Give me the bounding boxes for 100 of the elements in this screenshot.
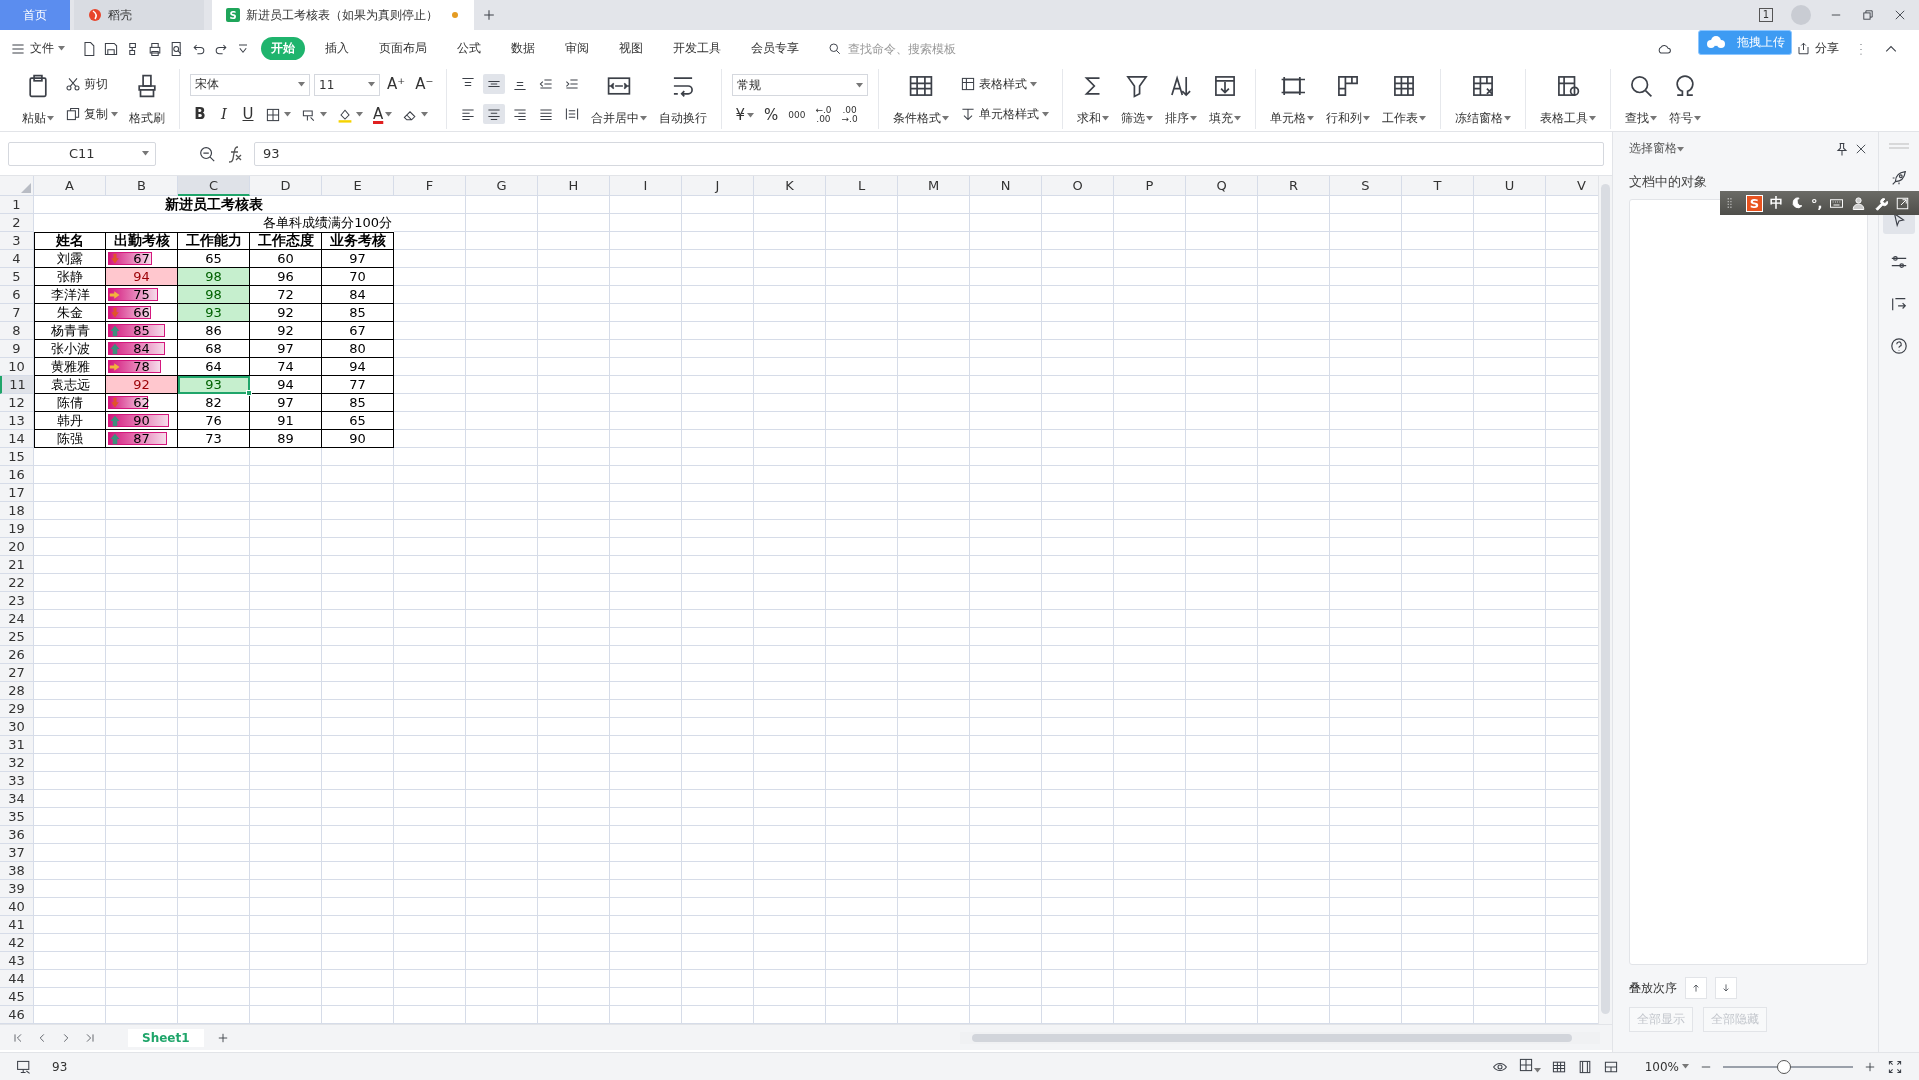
column-header[interactable]: I <box>610 176 682 196</box>
row-header[interactable]: 40 <box>0 898 34 916</box>
row-header[interactable]: 21 <box>0 556 34 574</box>
row-header[interactable]: 12 <box>0 394 34 412</box>
document-tab[interactable]: 稻壳 <box>74 0 204 30</box>
font-name-dropdown[interactable]: 宋体 <box>190 73 310 96</box>
cellstyle-button[interactable]: 单元格样式 <box>957 103 1053 125</box>
row-header[interactable]: 5 <box>0 268 34 286</box>
number-format-dropdown[interactable]: 常规 <box>732 74 869 96</box>
row-header[interactable]: 13 <box>0 412 34 430</box>
row-header[interactable]: 7 <box>0 304 34 322</box>
merge-button[interactable]: 合并居中 <box>587 69 652 129</box>
column-header[interactable]: U <box>1474 176 1546 196</box>
column-header[interactable]: C <box>178 176 250 196</box>
ribbon-tab[interactable]: 插入 <box>315 37 359 60</box>
row-header[interactable]: 25 <box>0 628 34 646</box>
row-header[interactable]: 43 <box>0 952 34 970</box>
row-header[interactable]: 1 <box>0 196 34 214</box>
column-header[interactable]: J <box>682 176 754 196</box>
row-header[interactable]: 4 <box>0 250 34 268</box>
font-size-dropdown[interactable]: 11 <box>314 73 380 96</box>
share-button[interactable]: 分享 <box>1796 40 1839 57</box>
fill-button[interactable]: 填充 <box>1205 69 1246 129</box>
row-header[interactable]: 23 <box>0 592 34 610</box>
row-header[interactable]: 39 <box>0 880 34 898</box>
format-button[interactable]: I <box>214 107 234 122</box>
column-header[interactable]: L <box>826 176 898 196</box>
row-header[interactable]: 35 <box>0 808 34 826</box>
row-header[interactable]: 10 <box>0 358 34 376</box>
row-header[interactable]: 27 <box>0 664 34 682</box>
column-header[interactable]: B <box>106 176 178 196</box>
column-header[interactable]: P <box>1114 176 1186 196</box>
row-header[interactable]: 20 <box>0 538 34 556</box>
column-header[interactable]: S <box>1330 176 1402 196</box>
window-count-icon[interactable]: 1 <box>1758 8 1773 22</box>
table-cell[interactable]: 68 <box>178 340 250 358</box>
row-header[interactable]: 41 <box>0 916 34 934</box>
sum-button[interactable]: 求和 <box>1073 69 1114 129</box>
column-header[interactable]: Q <box>1186 176 1258 196</box>
document-tab[interactable]: S 新进员工考核表（如果为真则停止） <box>212 0 474 30</box>
ribbon-tab[interactable]: 数据 <box>501 37 545 60</box>
ribbon-tab[interactable]: 视图 <box>609 37 653 60</box>
format-button[interactable]: U <box>238 107 258 122</box>
format-button[interactable]: ←.0 .00 <box>812 106 835 124</box>
row-header[interactable]: 24 <box>0 610 34 628</box>
tools-button[interactable]: 表格工具 <box>1536 69 1601 129</box>
ribbon-tab[interactable]: 开发工具 <box>663 37 731 60</box>
row-header[interactable]: 16 <box>0 466 34 484</box>
format-button[interactable]: A <box>370 107 396 122</box>
table-cell[interactable]: 93 <box>178 304 250 322</box>
row-header[interactable]: 33 <box>0 772 34 790</box>
ribbon-tab[interactable]: 页面布局 <box>369 37 437 60</box>
row-header[interactable]: 8 <box>0 322 34 340</box>
table-cell[interactable]: 93 <box>178 376 250 394</box>
column-header[interactable]: O <box>1042 176 1114 196</box>
column-header[interactable]: V <box>1546 176 1598 196</box>
column-header[interactable]: H <box>538 176 610 196</box>
find-button[interactable]: 查找 <box>1621 69 1662 129</box>
column-header[interactable]: F <box>394 176 466 196</box>
freeze-button[interactable]: 冻结窗格 <box>1451 69 1516 129</box>
table-cell[interactable]: 73 <box>178 430 250 448</box>
pane-title[interactable]: 选择窗格 <box>1629 140 1684 157</box>
cut-button[interactable]: 剪切 <box>62 73 111 95</box>
symbol-button[interactable]: 符号 <box>1665 69 1706 129</box>
row-header[interactable]: 36 <box>0 826 34 844</box>
table-cell[interactable]: 65 <box>178 250 250 268</box>
column-header[interactable]: N <box>970 176 1042 196</box>
sort-button[interactable]: 排序 <box>1161 69 1202 129</box>
row-header[interactable]: 3 <box>0 232 34 250</box>
column-header[interactable]: D <box>250 176 322 196</box>
column-header[interactable]: E <box>322 176 394 196</box>
row-header[interactable]: 14 <box>0 430 34 448</box>
table-cell[interactable]: 82 <box>178 394 250 412</box>
column-header[interactable]: A <box>34 176 106 196</box>
column-header[interactable]: K <box>754 176 826 196</box>
ribbon-tab[interactable]: 审阅 <box>555 37 599 60</box>
row-header[interactable]: 42 <box>0 934 34 952</box>
input-method-toolbar[interactable]: S 中 °, <box>1720 191 1919 215</box>
column-header[interactable]: T <box>1402 176 1474 196</box>
table-cell[interactable]: 64 <box>178 358 250 376</box>
sheet-button[interactable]: 工作表 <box>1378 69 1431 129</box>
paste-button[interactable]: 粘贴 <box>18 69 58 129</box>
format-button[interactable]: A⁻ <box>412 77 437 92</box>
row-header[interactable]: 46 <box>0 1006 34 1024</box>
cell-button[interactable]: 单元格 <box>1266 69 1319 129</box>
format-button[interactable]: .00 →.0 <box>838 106 861 124</box>
table-cell[interactable]: 86 <box>178 322 250 340</box>
zoom-dropdown[interactable]: 100% <box>1644 1059 1689 1074</box>
copy-button[interactable]: 复制 <box>62 103 121 125</box>
ribbon-tab[interactable]: 公式 <box>447 37 491 60</box>
row-header[interactable]: 19 <box>0 520 34 538</box>
punctuation-mode[interactable]: °, <box>1811 195 1823 211</box>
row-header[interactable]: 15 <box>0 448 34 466</box>
row-header[interactable]: 32 <box>0 754 34 772</box>
row-header[interactable]: 29 <box>0 700 34 718</box>
row-header[interactable]: 22 <box>0 574 34 592</box>
format-button[interactable]: A⁺ <box>384 77 409 92</box>
ribbon-tab[interactable]: 会员专享 <box>741 37 809 60</box>
name-box[interactable]: C11 <box>8 141 156 166</box>
row-header[interactable]: 18 <box>0 502 34 520</box>
